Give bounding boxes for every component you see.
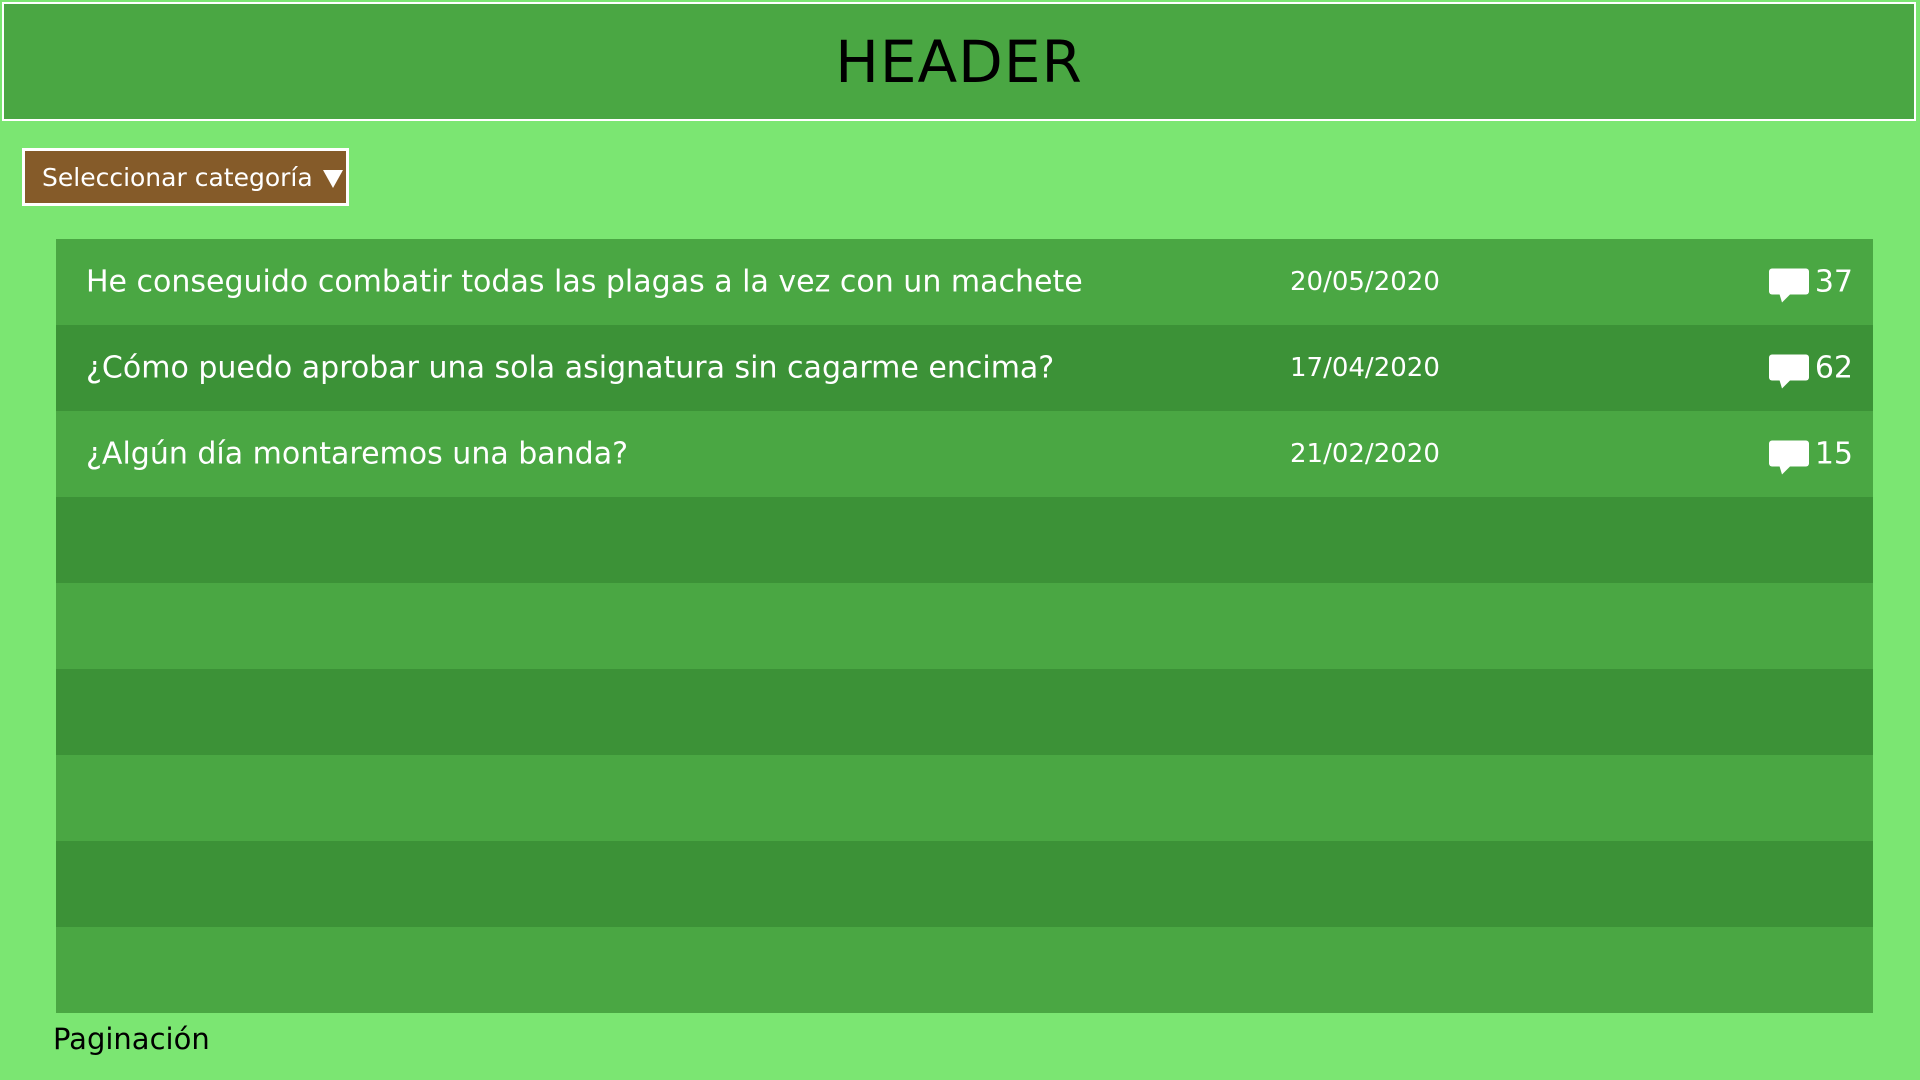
comment-count: 37 bbox=[1814, 264, 1853, 300]
topic-date: 21/02/2020 bbox=[1290, 439, 1440, 469]
comment-icon bbox=[1768, 440, 1809, 474]
empty-row bbox=[56, 841, 1873, 927]
topic-comments: 37 bbox=[1768, 264, 1853, 302]
topic-comments: 62 bbox=[1768, 350, 1853, 388]
empty-row bbox=[56, 927, 1873, 1013]
topic-row[interactable]: ¿Algún día montaremos una banda? 21/02/2… bbox=[56, 411, 1873, 497]
comment-count: 15 bbox=[1814, 436, 1853, 472]
topic-date: 20/05/2020 bbox=[1290, 267, 1440, 297]
empty-row bbox=[56, 669, 1873, 755]
comment-count: 62 bbox=[1814, 350, 1853, 386]
topic-title[interactable]: ¿Cómo puedo aprobar una sola asignatura … bbox=[86, 351, 1054, 386]
header-title: HEADER bbox=[835, 27, 1083, 96]
topic-comments: 15 bbox=[1768, 436, 1853, 474]
empty-row bbox=[56, 497, 1873, 583]
pagination[interactable]: Paginación bbox=[53, 1022, 210, 1056]
comment-icon bbox=[1768, 268, 1809, 302]
topic-title[interactable]: ¿Algún día montaremos una banda? bbox=[86, 437, 628, 472]
topic-title[interactable]: He conseguido combatir todas las plagas … bbox=[86, 265, 1083, 300]
category-dropdown[interactable]: Seleccionar categoría bbox=[22, 148, 349, 206]
topic-row[interactable]: ¿Cómo puedo aprobar una sola asignatura … bbox=[56, 325, 1873, 411]
empty-row bbox=[56, 583, 1873, 669]
topic-date: 17/04/2020 bbox=[1290, 353, 1440, 383]
comment-icon bbox=[1768, 354, 1809, 388]
empty-row bbox=[56, 755, 1873, 841]
header-bar: HEADER bbox=[2, 2, 1916, 121]
category-dropdown-label: Seleccionar categoría bbox=[42, 162, 313, 192]
topic-row[interactable]: He conseguido combatir todas las plagas … bbox=[56, 239, 1873, 325]
topic-list: He conseguido combatir todas las plagas … bbox=[56, 239, 1873, 1013]
triangle-down-icon bbox=[322, 170, 343, 188]
